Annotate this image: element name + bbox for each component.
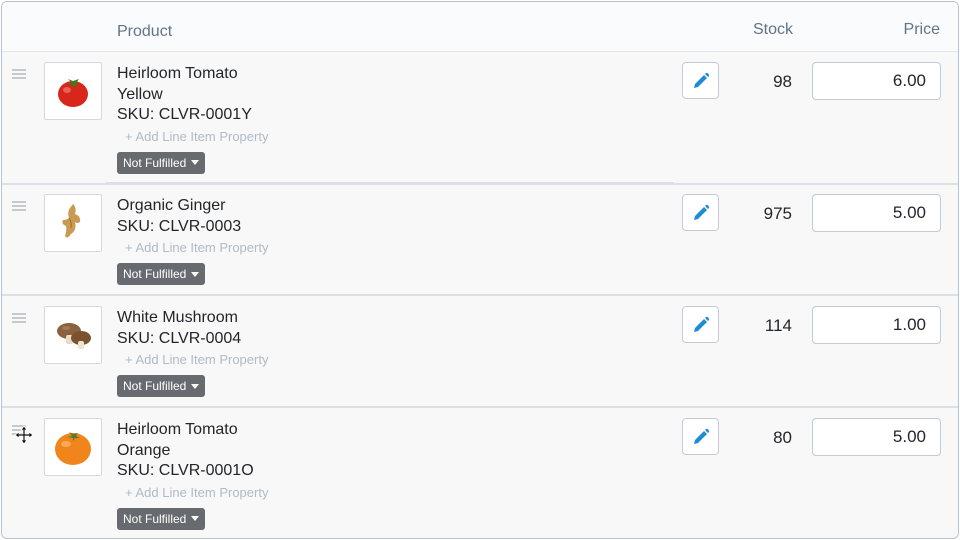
fulfillment-status-label: Not Fulfilled xyxy=(123,379,187,393)
fulfillment-status-dropdown[interactable]: Not Fulfilled xyxy=(117,151,206,174)
drag-handle-icon[interactable] xyxy=(12,201,26,211)
fulfillment-status-dropdown[interactable]: Not Fulfilled xyxy=(117,507,206,530)
caret-down-icon xyxy=(191,383,200,389)
price-input[interactable]: 1.00 xyxy=(812,306,941,344)
line-item-row: Heirloom Tomato Orange SKU: CLVR-0001O +… xyxy=(2,408,958,538)
line-item-row: White Mushroom SKU: CLVR-0004 + Add Line… xyxy=(2,296,958,408)
line-item-row: Heirloom Tomato Yellow SKU: CLVR-0001Y +… xyxy=(2,52,958,174)
add-line-item-property-link[interactable]: + Add Line Item Property xyxy=(125,240,268,255)
product-column-header: Product xyxy=(117,23,173,40)
product-info: Heirloom Tomato Orange SKU: CLVR-0001O +… xyxy=(117,420,268,530)
product-sku: SKU: CLVR-0003 xyxy=(117,217,242,235)
drag-handle-icon[interactable] xyxy=(12,69,26,79)
stock-value: 114 xyxy=(764,316,792,335)
price-input[interactable]: 5.00 xyxy=(812,418,941,456)
pencil-icon xyxy=(693,204,709,220)
table-header: Product Stock Price xyxy=(2,2,958,52)
product-sku: SKU: CLVR-0001Y xyxy=(117,106,252,123)
edit-button[interactable] xyxy=(682,194,719,231)
orange-tomato-image xyxy=(55,432,91,465)
product-name: Heirloom Tomato xyxy=(117,421,238,438)
product-thumbnail xyxy=(44,62,102,120)
product-name: White Mushroom xyxy=(117,309,238,326)
caret-down-icon xyxy=(191,160,200,165)
price-input[interactable]: 6.00 xyxy=(812,62,941,100)
price-column-header: Price xyxy=(903,21,940,38)
mushrooms-image xyxy=(57,323,91,349)
stock-value: 98 xyxy=(773,72,792,91)
line-items-panel: Product Stock Price Heirloom Tomato Yell… xyxy=(1,1,959,539)
edit-button[interactable] xyxy=(682,418,719,455)
edit-button[interactable] xyxy=(682,306,719,343)
fulfillment-status-dropdown[interactable]: Not Fulfilled xyxy=(117,263,206,285)
stock-value: 975 xyxy=(763,204,792,223)
stock-column-header: Stock xyxy=(753,21,794,38)
ginger-root-image xyxy=(62,204,81,238)
product-sku: SKU: CLVR-0004 xyxy=(117,329,242,347)
pencil-icon xyxy=(693,428,709,444)
product-info: Heirloom Tomato Yellow SKU: CLVR-0001Y +… xyxy=(117,64,268,174)
stock-value: 80 xyxy=(773,428,792,447)
add-line-item-property-link[interactable]: + Add Line Item Property xyxy=(125,485,268,500)
drag-handle-icon[interactable] xyxy=(12,313,26,323)
product-info: White Mushroom SKU: CLVR-0004 + Add Line… xyxy=(117,308,268,397)
fulfillment-status-label: Not Fulfilled xyxy=(123,155,187,170)
caret-down-icon xyxy=(191,516,200,521)
add-line-item-property-link[interactable]: + Add Line Item Property xyxy=(125,129,268,144)
line-item-row: Organic Ginger SKU: CLVR-0003 + Add Line… xyxy=(2,184,958,296)
fulfillment-status-label: Not Fulfilled xyxy=(123,267,187,281)
product-info: Organic Ginger SKU: CLVR-0003 + Add Line… xyxy=(117,196,268,285)
fulfillment-status-label: Not Fulfilled xyxy=(123,511,187,526)
product-name: Heirloom Tomato xyxy=(117,65,238,82)
pencil-icon xyxy=(693,316,709,332)
fulfillment-status-dropdown[interactable]: Not Fulfilled xyxy=(117,375,206,397)
product-thumbnail xyxy=(44,306,102,364)
product-sku: SKU: CLVR-0001O xyxy=(117,462,254,479)
edit-button[interactable] xyxy=(682,62,719,99)
pencil-icon xyxy=(693,72,709,88)
product-thumbnail xyxy=(44,194,102,252)
add-line-item-property-link[interactable]: + Add Line Item Property xyxy=(125,352,268,367)
product-thumbnail xyxy=(44,418,102,476)
move-cursor-icon xyxy=(14,425,34,445)
caret-down-icon xyxy=(191,271,200,277)
price-input[interactable]: 5.00 xyxy=(812,194,941,232)
red-tomato-image xyxy=(58,79,88,107)
product-name: Organic Ginger xyxy=(117,197,226,214)
product-variant: Orange xyxy=(117,441,171,459)
product-variant: Yellow xyxy=(117,85,163,103)
